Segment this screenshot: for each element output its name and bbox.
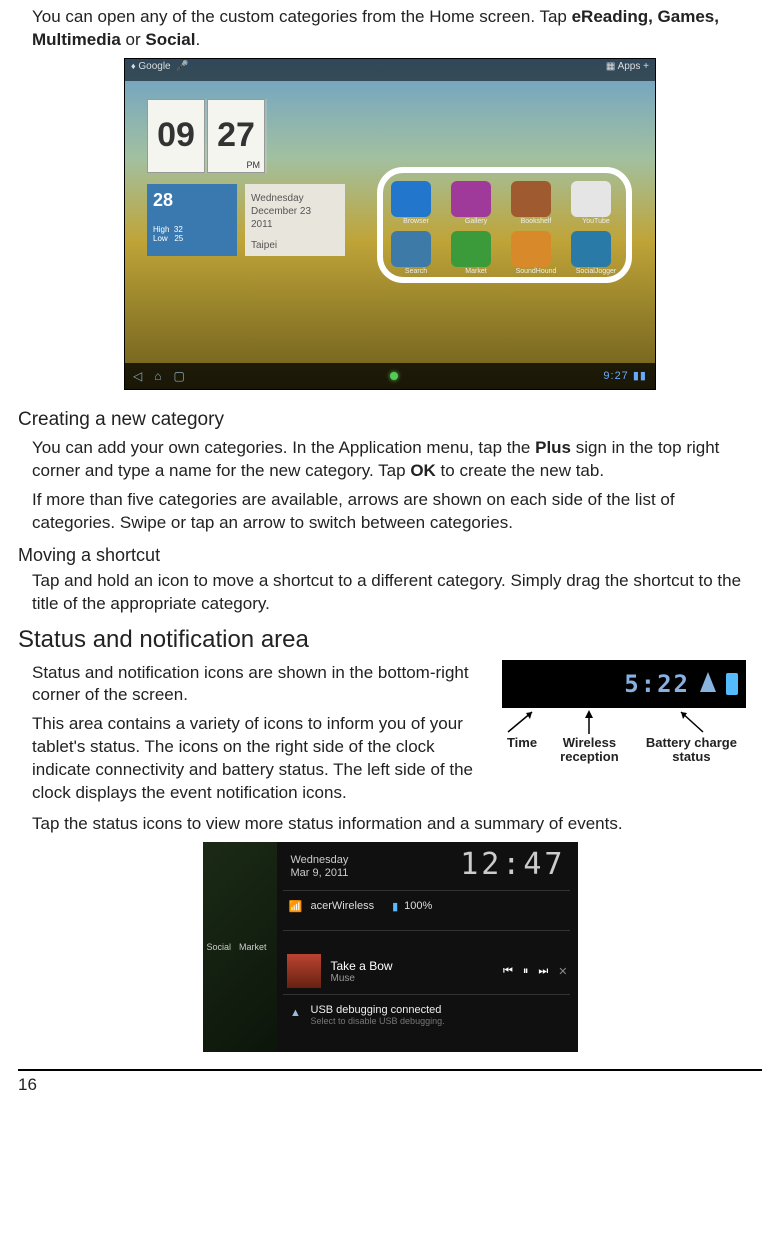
status-p2: This area contains a variety of icons to…	[32, 713, 486, 805]
create-category-p1: You can add your own categories. In the …	[32, 437, 762, 483]
album-art	[287, 954, 321, 988]
date-widget: Wednesday December 23 2011 Taipei	[245, 184, 345, 256]
clock-widget: 09 27PM	[147, 99, 267, 173]
status-p1: Status and notification icons are shown …	[32, 662, 486, 708]
status-bar-time: 9:27 ▮▮	[603, 369, 647, 382]
close-icon: ✕	[558, 965, 567, 978]
np-wifi-row: 📶 acerWireless ▮ 100%	[287, 897, 568, 915]
battery-icon	[726, 673, 738, 695]
screenshot-notification-panel: Social Market WednesdayMar 9, 2011 12:47…	[203, 842, 578, 1052]
home-icon: ⌂	[154, 369, 161, 383]
next-icon: ⏭	[538, 965, 548, 978]
wifi-small-icon: 📶	[287, 897, 305, 915]
weather-widget: 28 High 32 Low 25	[147, 184, 237, 256]
back-icon: ◁	[133, 369, 142, 383]
callout-wireless: Wireless reception	[542, 710, 637, 766]
move-shortcut-p: Tap and hold an icon to move a shortcut …	[32, 570, 762, 616]
np-tab-social: Social	[207, 942, 232, 952]
np-usb-row: ▲ USB debugging connected Select to disa…	[287, 1004, 568, 1026]
np-date: WednesdayMar 9, 2011	[291, 854, 349, 880]
recent-icon: ▢	[173, 369, 184, 383]
callout-time: Time	[502, 710, 542, 766]
status-time: 5:22	[624, 670, 690, 698]
intro-paragraph: You can open any of the custom categorie…	[32, 6, 762, 52]
create-category-p2: If more than five categories are availab…	[32, 489, 762, 535]
np-clock: 12:47	[460, 847, 565, 882]
status-p3: Tap the status icons to view more status…	[32, 813, 762, 836]
apps-button-label: ▦ Apps +	[606, 61, 649, 79]
heading-moving-shortcut: Moving a shortcut	[18, 545, 762, 566]
np-tab-market: Market	[239, 942, 267, 952]
usb-icon: ▲	[287, 1004, 305, 1022]
wifi-icon	[700, 670, 716, 698]
status-bar-screenshot: 5:22	[502, 660, 746, 708]
google-search-label: ♦ Google 🎤	[131, 61, 189, 79]
heading-status-area: Status and notification area	[18, 626, 762, 654]
center-dot-icon	[390, 372, 398, 380]
heading-creating-category: Creating a new category	[18, 409, 762, 431]
apps-highlight-outline	[377, 167, 632, 283]
page-number: 16	[18, 1069, 762, 1095]
pause-icon: ⏸	[523, 965, 529, 978]
screenshot-home-screen: ♦ Google 🎤 ▦ Apps + 09 27PM 28 High 32 L…	[124, 58, 656, 390]
np-music-row: Take a Bow Muse ⏮ ⏸ ⏭ ✕	[287, 954, 568, 988]
callout-battery: Battery charge status	[637, 710, 746, 766]
prev-icon: ⏮	[503, 965, 513, 978]
